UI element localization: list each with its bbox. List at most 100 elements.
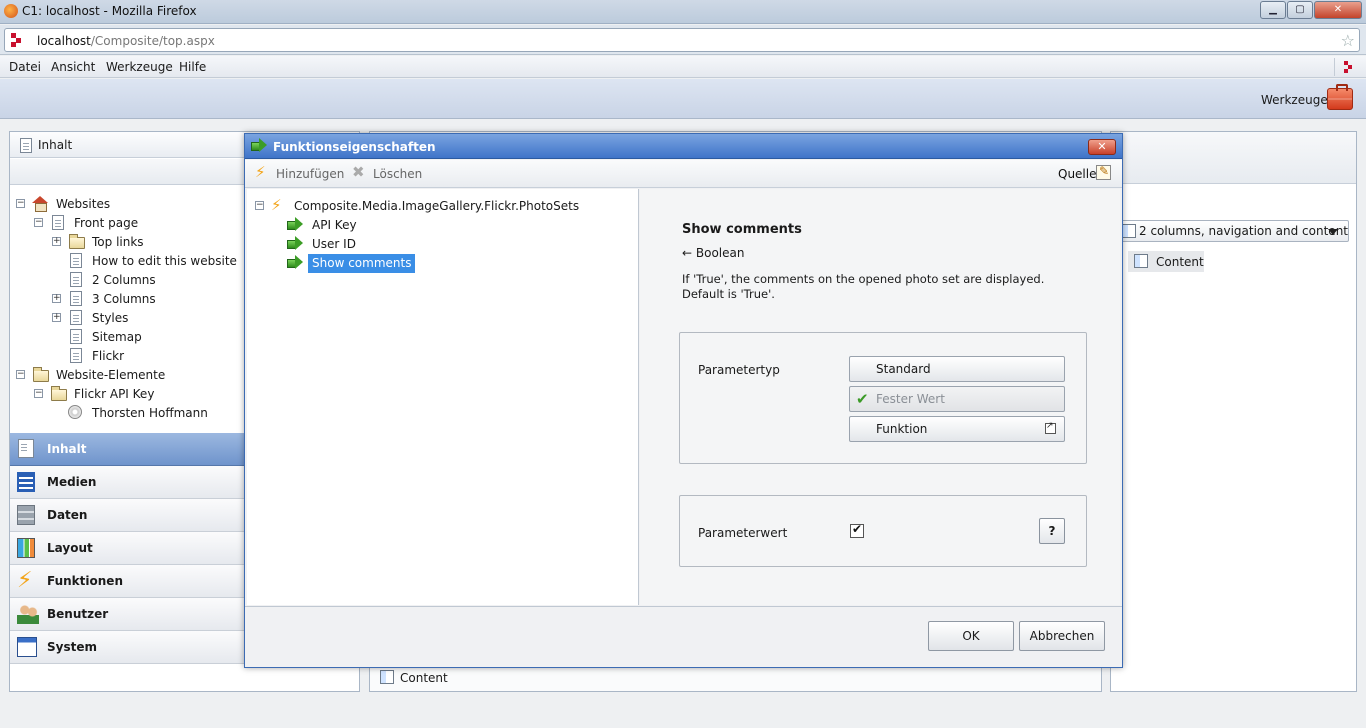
option-label: Funktion — [876, 422, 928, 436]
perspective-system[interactable]: System — [10, 631, 244, 664]
collapse-icon[interactable]: − — [34, 218, 43, 227]
parameter-description: If 'True', the comments on the opened ph… — [682, 272, 1045, 301]
collapse-icon[interactable]: − — [34, 389, 43, 398]
option-standard-button[interactable]: Standard — [849, 356, 1065, 382]
c1-logo-icon — [1334, 58, 1356, 76]
url-text: localhost/Composite/top.aspx — [37, 34, 215, 48]
tree-item-website-elemente[interactable]: − Website-Elemente — [16, 366, 241, 385]
right-panel-header — [1111, 132, 1356, 184]
page-icon — [52, 215, 64, 230]
minimize-button[interactable]: ▁ — [1260, 1, 1286, 19]
parameter-value-checkbox[interactable] — [850, 522, 864, 538]
option-function-button[interactable]: Funktion — [849, 416, 1065, 442]
checkmark-icon: ✔ — [856, 390, 869, 408]
app-toolbar: Werkzeuge — [0, 79, 1366, 119]
collapse-icon[interactable]: − — [16, 199, 25, 208]
menu-ansicht[interactable]: Ansicht — [51, 60, 95, 74]
page-icon — [70, 291, 82, 306]
perspective-inhalt[interactable]: Inhalt — [10, 433, 244, 466]
placeholder-item[interactable]: Content — [1128, 251, 1204, 272]
menu-hilfe[interactable]: Hilfe — [179, 60, 206, 74]
perspective-label: Daten — [47, 508, 88, 522]
window-titlebar: C1: localhost - Mozilla Firefox ▁ ▢ ✕ — [0, 0, 1366, 24]
dialog-close-button[interactable]: ✕ — [1088, 139, 1116, 155]
bolt-icon — [255, 163, 269, 181]
perspective-label: Layout — [47, 541, 93, 555]
cancel-button[interactable]: Abbrechen — [1019, 621, 1105, 651]
external-link-icon — [1045, 421, 1056, 434]
collapse-icon[interactable]: − — [16, 370, 25, 379]
page-icon — [70, 348, 82, 363]
url-input[interactable]: localhost/Composite/top.aspx ☆ — [4, 28, 1360, 52]
tree-item-flickr[interactable]: Flickr — [52, 347, 242, 366]
tree-item-function-root[interactable]: − Composite.Media.ImageGallery.Flickr.Ph… — [255, 196, 635, 216]
perspective-benutzer[interactable]: Benutzer — [10, 598, 244, 631]
collapse-icon[interactable]: − — [255, 201, 264, 210]
tree-item-flickr-api-key[interactable]: − Flickr API Key — [34, 385, 244, 404]
tree-item-styles[interactable]: + Styles — [52, 309, 242, 328]
expand-icon[interactable]: + — [52, 237, 61, 246]
ok-button[interactable]: OK — [928, 621, 1014, 651]
template-select-value: 2 columns, navigation and content — [1139, 224, 1349, 238]
right-panel — [1110, 131, 1357, 692]
tree-item-websites[interactable]: − Websites — [16, 195, 241, 214]
page-icon — [70, 310, 82, 325]
tree-item-top-links[interactable]: + Top links — [52, 233, 242, 252]
perspective-daten[interactable]: Daten — [10, 499, 244, 532]
window-title: C1: localhost - Mozilla Firefox — [22, 4, 197, 18]
delete-icon: ✖ — [352, 163, 365, 181]
firefox-icon — [4, 4, 18, 18]
tree-item-user-id[interactable]: User ID — [287, 235, 487, 254]
users-icon — [17, 604, 39, 624]
parameter-type-label: Parametertyp — [698, 363, 780, 377]
tree-item-api-key[interactable]: API Key — [287, 216, 487, 235]
tree-item-3-columns[interactable]: + 3 Columns — [52, 290, 242, 309]
source-button-label: Quelle — [1058, 167, 1097, 181]
tree-item-label: Flickr — [92, 349, 125, 363]
perspective-funktionen[interactable]: ⚡ Funktionen — [10, 565, 244, 598]
tree-item-how-to-edit[interactable]: How to edit this website — [52, 252, 242, 271]
left-panel-title: Inhalt — [38, 138, 73, 152]
help-button[interactable]: ? — [1039, 518, 1065, 544]
toolbox-icon[interactable] — [1327, 84, 1353, 110]
tools-label[interactable]: Werkzeuge — [1261, 93, 1328, 107]
perspective-label: System — [47, 640, 97, 654]
source-button[interactable]: Quelle — [1058, 164, 1116, 183]
tree-item-label: Top links — [92, 235, 144, 249]
function-properties-dialog: Funktionseigenschaften ✕ Hinzufügen ✖ Lö… — [244, 133, 1123, 668]
close-window-button[interactable]: ✕ — [1314, 1, 1362, 19]
expand-icon[interactable]: + — [52, 294, 61, 303]
content-icon — [18, 439, 34, 458]
disc-icon — [68, 405, 82, 419]
template-select[interactable]: 2 columns, navigation and content — [1117, 220, 1349, 242]
placeholder-label[interactable]: Content — [400, 671, 448, 685]
parameter-value-label: Parameterwert — [698, 526, 788, 540]
perspective-label: Funktionen — [47, 574, 123, 588]
tree-item-label: Thorsten Hoffmann — [92, 406, 208, 420]
option-fixed-value-button[interactable]: ✔ Fester Wert — [849, 386, 1065, 412]
delete-button[interactable]: ✖ Löschen — [352, 165, 422, 183]
add-button[interactable]: Hinzufügen — [255, 163, 345, 183]
perspective-medien[interactable]: Medien — [10, 466, 244, 499]
option-label: Standard — [876, 362, 931, 376]
expand-icon[interactable]: + — [52, 313, 61, 322]
layout-icon — [1122, 224, 1136, 238]
bolt-icon: ⚡ — [17, 568, 33, 593]
perspective-layout[interactable]: Layout — [10, 532, 244, 565]
menu-datei[interactable]: Datei — [9, 60, 41, 74]
menu-werkzeuge[interactable]: Werkzeuge — [106, 60, 173, 74]
maximize-button[interactable]: ▢ — [1287, 1, 1313, 19]
dialog-titlebar: Funktionseigenschaften ✕ — [245, 134, 1122, 159]
chevron-down-icon — [1328, 229, 1338, 235]
tree-item-label: Websites — [56, 197, 111, 211]
film-icon — [17, 472, 35, 492]
tree-item-2-columns[interactable]: 2 Columns — [52, 271, 242, 290]
bookmark-star-icon[interactable]: ☆ — [1341, 31, 1355, 50]
tree-item-show-comments[interactable]: Show comments — [287, 254, 487, 273]
page-icon — [70, 272, 82, 287]
tree-item-sitemap[interactable]: Sitemap — [52, 328, 242, 347]
tree-item-thorsten-hoffmann[interactable]: Thorsten Hoffmann — [52, 404, 242, 423]
dialog-toolbar: Hinzufügen ✖ Löschen Quelle — [245, 160, 1122, 188]
tree-item-label: API Key — [312, 218, 357, 232]
tree-item-front-page[interactable]: − Front page — [34, 214, 244, 233]
